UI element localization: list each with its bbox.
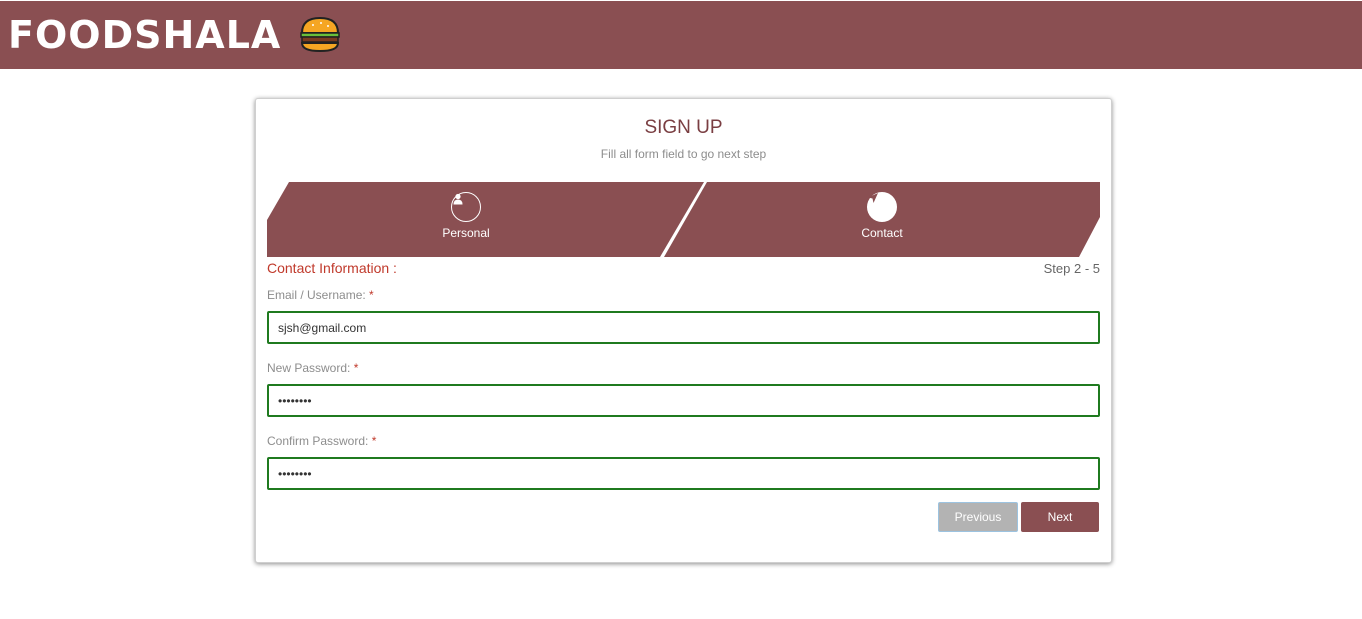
confirm-password-field[interactable] — [267, 457, 1100, 490]
top-header: FOODSHALA — [0, 1, 1362, 69]
signup-card: SIGN UP Fill all form field to go next s… — [255, 98, 1112, 563]
section-title: Contact Information : — [267, 260, 397, 276]
next-button[interactable]: Next — [1021, 502, 1099, 532]
step-personal[interactable]: Personal — [366, 182, 566, 257]
confirm-password-label-text: Confirm Password: — [267, 434, 369, 448]
email-label: Email / Username: * — [267, 288, 374, 302]
progress-steps: Personal Contact — [267, 182, 1100, 257]
new-password-field[interactable] — [267, 384, 1100, 417]
form-title: SIGN UP — [644, 117, 723, 138]
step-label: Personal — [442, 226, 490, 240]
required-mark: * — [369, 288, 374, 302]
new-password-label-text: New Password: — [267, 361, 351, 375]
required-mark: * — [353, 361, 359, 375]
user-icon — [451, 192, 481, 222]
required-mark: * — [371, 434, 377, 448]
form-subtitle: Fill all form field to go next step — [600, 147, 767, 161]
new-password-label: New Password: * — [267, 361, 358, 375]
location-arrow-icon — [867, 192, 897, 222]
brand-name[interactable]: FOODSHALA — [8, 13, 281, 57]
email-field[interactable] — [267, 311, 1100, 344]
step-count: Step 2 - 5 — [1043, 261, 1100, 276]
confirm-password-label: Confirm Password: * — [267, 434, 376, 448]
step-contact[interactable]: Contact — [782, 182, 982, 257]
step-label: Contact — [861, 226, 903, 240]
burger-icon — [299, 16, 341, 53]
previous-button[interactable]: Previous — [938, 502, 1018, 532]
email-label-text: Email / Username: — [267, 288, 366, 302]
